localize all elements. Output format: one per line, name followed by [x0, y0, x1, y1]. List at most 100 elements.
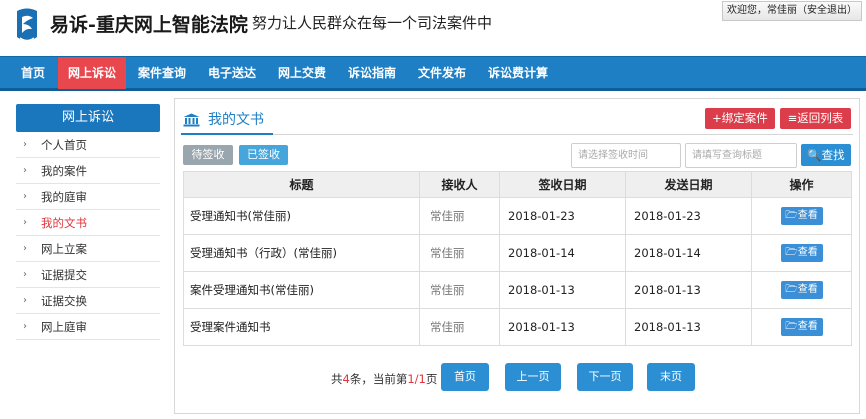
- chevron-right-icon: ›: [23, 191, 27, 202]
- sidebar-item-my-cases[interactable]: › 我的案件: [16, 158, 160, 184]
- sidebar-item-label: 网上立案: [41, 242, 87, 256]
- court-logo-icon: [17, 8, 37, 42]
- sidebar-item-label: 网上庭审: [41, 320, 87, 334]
- view-button[interactable]: 🗁查看: [780, 318, 823, 336]
- nav-item-litigation-guide[interactable]: 诉讼指南: [342, 57, 402, 89]
- site-slogan: 努力让人民群众在每一个司法案件中: [252, 14, 493, 32]
- table-row: 受理通知书(常佳丽) 常佳丽 2018-01-23 2018-01-23 🗁查看: [183, 197, 852, 235]
- doc-title: 受理通知书（行政）(常佳丽): [183, 234, 420, 272]
- first-page-button[interactable]: 首页: [441, 363, 489, 391]
- doc-send-date: 2018-01-13: [625, 308, 752, 346]
- panel-title: 我的文书: [183, 109, 264, 133]
- chevron-right-icon: ›: [23, 165, 27, 176]
- sidebar-item-label: 证据提交: [41, 268, 87, 282]
- chevron-right-icon: ›: [23, 295, 27, 306]
- doc-send-date: 2018-01-23: [625, 197, 752, 235]
- pagination-summary: 共4条，当前第1/1页: [331, 371, 437, 387]
- nav-item-fee-calculator[interactable]: 诉讼费计算: [482, 57, 554, 89]
- nav-item-publications[interactable]: 文件发布: [412, 57, 472, 89]
- sidebar-item-label: 个人首页: [41, 138, 87, 152]
- bank-icon: [183, 113, 200, 127]
- back-to-list-button[interactable]: ≡返回列表: [780, 108, 851, 129]
- nav-item-case-query[interactable]: 案件查询: [132, 57, 192, 89]
- doc-sign-date: 2018-01-14: [499, 234, 626, 272]
- view-button[interactable]: 🗁查看: [780, 244, 823, 262]
- sign-date-input[interactable]: 请选择签收时间: [571, 143, 681, 168]
- chevron-right-icon: ›: [23, 217, 27, 228]
- search-button[interactable]: 🔍查找: [801, 144, 851, 166]
- doc-send-date: 2018-01-13: [625, 271, 752, 309]
- nav-item-online-payment[interactable]: 网上交费: [272, 57, 332, 89]
- search-icon: 🔍: [807, 148, 822, 162]
- sidebar-title: 网上诉讼: [16, 104, 160, 132]
- doc-sign-date: 2018-01-13: [499, 271, 626, 309]
- doc-sign-date: 2018-01-13: [499, 308, 626, 346]
- sidebar-item-online-filing[interactable]: › 网上立案: [16, 236, 160, 262]
- documents-table: 标题 接收人 签收日期 发送日期 操作 受理通知书(常佳丽) 常佳丽 2018-…: [183, 171, 852, 346]
- filter-signed-button[interactable]: 已签收: [239, 145, 288, 165]
- view-button-label: 查看: [797, 210, 818, 221]
- table-row: 案件受理通知书(常佳丽) 常佳丽 2018-01-13 2018-01-13 🗁…: [183, 271, 852, 309]
- doc-receiver: 常佳丽: [419, 308, 500, 346]
- sidebar-item-my-hearings[interactable]: › 我的庭审: [16, 184, 160, 210]
- total-count: 4: [342, 372, 350, 386]
- nav-item-home[interactable]: 首页: [12, 57, 54, 89]
- chevron-right-icon: ›: [23, 243, 27, 254]
- column-header-send-date: 发送日期: [625, 171, 752, 198]
- documents-panel: 我的文书 +绑定案件 ≡返回列表 待签收 已签收 请选择签收时间 请填写查询标题…: [174, 98, 860, 414]
- doc-sign-date: 2018-01-23: [499, 197, 626, 235]
- view-button[interactable]: 🗁查看: [780, 281, 823, 299]
- folder-open-icon: 🗁: [785, 321, 798, 332]
- prev-page-button[interactable]: 上一页: [505, 363, 561, 391]
- pager-suffix: 页: [425, 372, 438, 386]
- doc-title: 受理通知书(常佳丽): [183, 197, 420, 235]
- current-page: 1/1: [407, 372, 426, 386]
- pager-prefix: 共: [331, 372, 343, 386]
- column-header-sign-date: 签收日期: [499, 171, 626, 198]
- last-page-button[interactable]: 末页: [647, 363, 695, 391]
- site-title: 易诉-重庆网上智能法院: [50, 14, 248, 36]
- sidebar-item-evidence-exchange[interactable]: › 证据交换: [16, 288, 160, 314]
- table-row: 受理通知书（行政）(常佳丽) 常佳丽 2018-01-14 2018-01-14…: [183, 234, 852, 272]
- filter-pending-button[interactable]: 待签收: [183, 145, 233, 165]
- view-button-label: 查看: [797, 247, 818, 258]
- doc-receiver: 常佳丽: [419, 234, 500, 272]
- search-button-label: 查找: [821, 148, 845, 162]
- site-header: 易诉-重庆网上智能法院 努力让人民群众在每一个司法案件中 欢迎您，常佳丽（安全退…: [0, 0, 866, 56]
- bind-case-button[interactable]: +绑定案件: [705, 108, 775, 129]
- column-header-actions: 操作: [751, 171, 852, 198]
- main-nav: 首页 网上诉讼 案件查询 电子送达 网上交费 诉讼指南 文件发布 诉讼费计算: [0, 56, 866, 91]
- table-header-row: 标题 接收人 签收日期 发送日期 操作: [183, 171, 852, 198]
- view-button-label: 查看: [797, 321, 818, 332]
- sidebar-item-my-documents[interactable]: › 我的文书: [16, 210, 160, 236]
- folder-open-icon: 🗁: [785, 210, 798, 221]
- nav-item-e-delivery[interactable]: 电子送达: [202, 57, 262, 89]
- sidebar-item-label: 我的案件: [41, 164, 87, 178]
- doc-send-date: 2018-01-14: [625, 234, 752, 272]
- view-button[interactable]: 🗁查看: [780, 207, 823, 225]
- title-search-input[interactable]: 请填写查询标题: [685, 143, 797, 168]
- sidebar-item-online-trial[interactable]: › 网上庭审: [16, 314, 160, 340]
- sidebar: 网上诉讼 › 个人首页 › 我的案件 › 我的庭审 › 我的文书 › 网上立案 › 证据提交…: [16, 104, 160, 340]
- nav-item-online-litigation[interactable]: 网上诉讼: [58, 57, 126, 89]
- sidebar-item-personal-home[interactable]: › 个人首页: [16, 132, 160, 158]
- panel-title-text: 我的文书: [208, 112, 264, 128]
- title-underline: [181, 133, 273, 135]
- next-page-button[interactable]: 下一页: [577, 363, 633, 391]
- chevron-right-icon: ›: [23, 269, 27, 280]
- sidebar-item-label: 我的文书: [41, 216, 87, 230]
- pager-mid: 条，当前第: [349, 372, 408, 386]
- column-header-title: 标题: [183, 171, 420, 198]
- chevron-right-icon: ›: [23, 139, 27, 150]
- chevron-right-icon: ›: [23, 321, 27, 332]
- doc-title: 受理案件通知书: [183, 308, 420, 346]
- sidebar-item-label: 证据交换: [41, 294, 87, 308]
- table-row: 受理案件通知书 常佳丽 2018-01-13 2018-01-13 🗁查看: [183, 308, 852, 346]
- view-button-label: 查看: [797, 284, 818, 295]
- sidebar-item-label: 我的庭审: [41, 190, 87, 204]
- folder-open-icon: 🗁: [785, 284, 798, 295]
- welcome-logout[interactable]: 欢迎您，常佳丽（安全退出）: [722, 1, 862, 21]
- folder-open-icon: 🗁: [785, 247, 798, 258]
- sidebar-item-evidence-submit[interactable]: › 证据提交: [16, 262, 160, 288]
- title-divider: [181, 134, 853, 135]
